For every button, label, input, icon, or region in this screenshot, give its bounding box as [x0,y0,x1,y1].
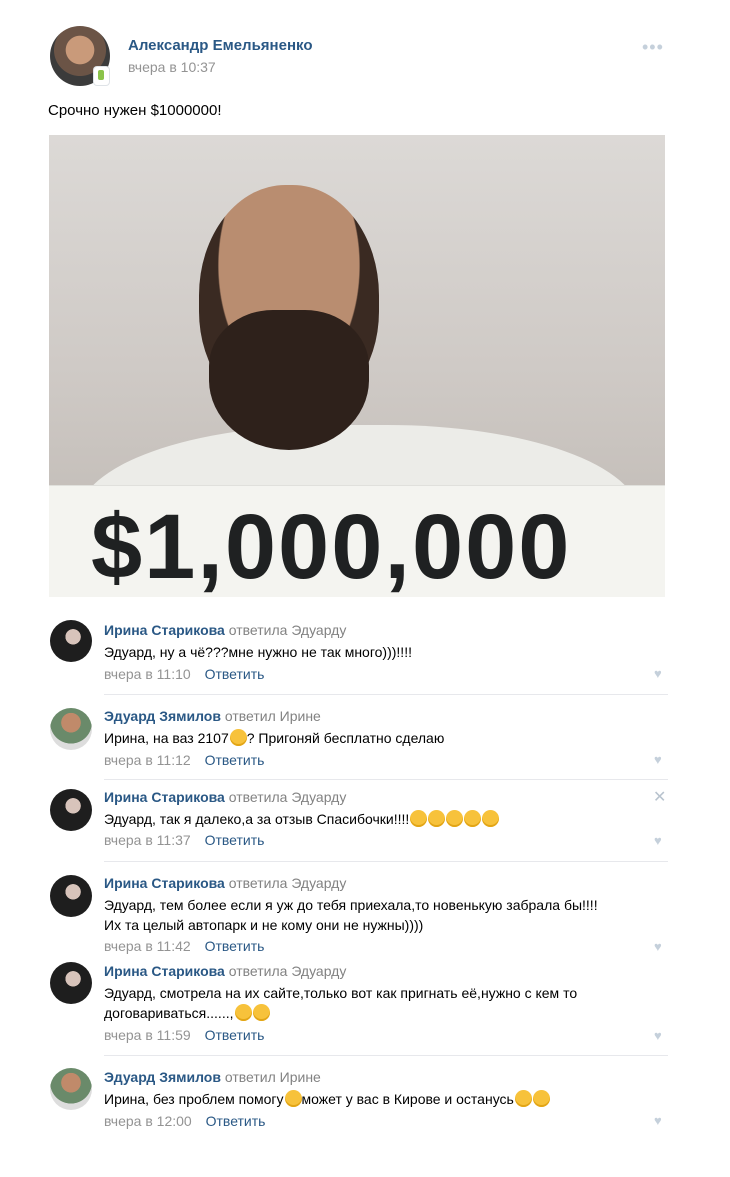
photo-beard [209,310,369,450]
commenter-avatar[interactable] [50,708,92,750]
divider [104,779,668,780]
post: Александр Емельяненко вчера в 10:37 ••• … [0,0,730,1177]
tongue-emoji-icon [532,1090,550,1107]
comment-text-line: Их та целый автопарк и не кому они не ну… [104,917,424,933]
comment-text: Эдуард, так я далеко,а за отзыв Спасибоч… [104,808,500,830]
comment-text-part: Эдуард, так я далеко,а за отзыв Спасибоч… [104,811,410,827]
comment-reply-to[interactable]: ответила Эдуарду [229,875,347,891]
more-dots-icon[interactable]: ••• [642,37,664,58]
comment-author[interactable]: Ирина Старикова ответила Эдуарду [104,963,346,979]
heart-icon[interactable]: ♥ [654,939,662,954]
comment-author-name[interactable]: Эдуард Зямилов [104,1069,221,1085]
comment-author[interactable]: Ирина Старикова ответила Эдуарду [104,789,346,805]
comment-author-name[interactable]: Ирина Старикова [104,875,225,891]
reply-button[interactable]: Ответить [205,832,265,848]
post-time[interactable]: вчера в 10:37 [128,59,216,75]
thinking-emoji-icon [234,1004,252,1021]
comment-meta: вчера в 12:00 Ответить [104,1113,265,1129]
reply-button[interactable]: Ответить [205,938,265,954]
comment-author[interactable]: Эдуард Зямилов ответил Ирине [104,708,321,724]
winking-emoji-icon [428,810,446,827]
divider [104,861,668,862]
comment-author-name[interactable]: Эдуард Зямилов [104,708,221,724]
close-icon[interactable]: ✕ [653,787,666,807]
comment-author[interactable]: Ирина Старикова ответила Эдуарду [104,622,346,638]
comment-text-part: договариваться......, [104,1005,234,1021]
post-author[interactable]: Александр Емельяненко [128,37,312,54]
comment-time[interactable]: вчера в 11:12 [104,752,191,768]
commenter-avatar[interactable] [50,962,92,1004]
laughing-emoji-icon [514,1090,532,1107]
heart-icon[interactable]: ♥ [654,752,662,767]
commenter-avatar[interactable] [50,620,92,662]
comment-text-line: Эдуард, тем более если я уж до тебя прие… [104,897,598,913]
comment-meta: вчера в 11:12 Ответить [104,752,264,768]
comment-author-name[interactable]: Ирина Старикова [104,622,225,638]
comment-text-part: может у вас в Кирове и останусь [301,1091,514,1107]
post-photo[interactable]: $1,000,000 [49,135,665,597]
comment-text-part: Ирина, без проблем помогу [104,1091,284,1107]
comment-meta: вчера в 11:37 Ответить [104,832,264,848]
mobile-online-icon [94,67,109,85]
reply-button[interactable]: Ответить [205,1027,265,1043]
winking-emoji-icon [446,810,464,827]
comment-author-name[interactable]: Ирина Старикова [104,963,225,979]
smiling-emoji-icon [252,1004,270,1021]
comment-meta: вчера в 11:10 Ответить [104,666,264,682]
comment-reply-to[interactable]: ответила Эдуарду [229,622,347,638]
comment-text-line: Эдуард, смотрела на их сайте,только вот … [104,985,578,1001]
comment-text-part: Ирина, на ваз 2107 [104,730,229,746]
heart-icon[interactable]: ♥ [654,666,662,681]
divider [104,1055,668,1056]
comment-time[interactable]: вчера в 12:00 [104,1113,192,1129]
reply-button[interactable]: Ответить [205,666,265,682]
comment-reply-to[interactable]: ответила Эдуарду [229,963,347,979]
comment-text-line: договариваться......, [104,1002,270,1024]
comment-time[interactable]: вчера в 11:59 [104,1027,191,1043]
reply-button[interactable]: Ответить [205,752,265,768]
heart-icon[interactable]: ♥ [654,1028,662,1043]
comment-time[interactable]: вчера в 11:37 [104,832,191,848]
comment-text: Ирина, на ваз 2107 ? Пригоняй бесплатно с… [104,727,444,749]
divider [104,694,668,695]
reply-button[interactable]: Ответить [206,1113,266,1129]
commenter-avatar[interactable] [50,789,92,831]
heart-icon[interactable]: ♥ [654,1113,662,1128]
comment-author[interactable]: Эдуард Зямилов ответил Ирине [104,1069,321,1085]
comment-time[interactable]: вчера в 11:42 [104,938,191,954]
comment-meta: вчера в 11:59 Ответить [104,1027,264,1043]
comment-reply-to[interactable]: ответила Эдуарду [229,789,347,805]
photo-sign-text: $1,000,000 [91,496,572,597]
laughing-emoji-icon [229,729,247,746]
commenter-avatar[interactable] [50,1068,92,1110]
heart-icon[interactable]: ♥ [654,833,662,848]
comment-reply-to[interactable]: ответил Ирине [225,1069,321,1085]
winking-emoji-icon [410,810,428,827]
comment-text-part: ? Пригоняй бесплатно сделаю [246,730,445,746]
smiling-emoji-icon [284,1090,302,1107]
comment-author-name[interactable]: Ирина Старикова [104,789,225,805]
comment-time[interactable]: вчера в 11:10 [104,666,191,682]
commenter-avatar[interactable] [50,875,92,917]
comment-author[interactable]: Ирина Старикова ответила Эдуарду [104,875,346,891]
comment-text: Эдуард, ну а чё???мне нужно не так много… [104,644,412,660]
comment-reply-to[interactable]: ответил Ирине [225,708,321,724]
comment-meta: вчера в 11:42 Ответить [104,938,264,954]
post-text: Срочно нужен $1000000! [48,102,222,119]
rofl-emoji-icon [482,810,500,827]
rofl-emoji-icon [464,810,482,827]
comment-text: Ирина, без проблем помогу может у вас в К… [104,1088,550,1110]
